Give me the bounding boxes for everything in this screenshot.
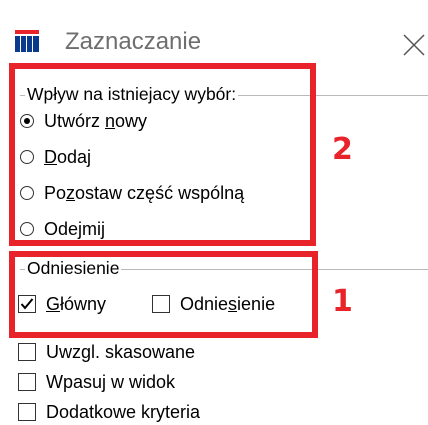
close-icon[interactable] xyxy=(397,27,427,57)
checkbox[interactable] xyxy=(18,403,36,421)
annotation-number-1: 1 xyxy=(332,284,353,319)
checkbox-label: Wpasuj w widok xyxy=(46,371,176,392)
checkbox-label: Uwzgl. skasowane xyxy=(46,341,196,362)
annotation-number-2: 2 xyxy=(332,132,353,167)
checkbox-additional-criteria[interactable]: Dodatkowe kryteria xyxy=(18,399,200,425)
annotation-box-2 xyxy=(9,63,316,246)
grid-building-icon xyxy=(15,30,39,52)
checkbox-label: Dodatkowe kryteria xyxy=(46,401,201,422)
checkbox[interactable] xyxy=(18,373,36,391)
checkbox-include-deleted[interactable]: Uwzgl. skasowane xyxy=(18,339,195,365)
checkbox[interactable] xyxy=(18,343,36,361)
window-title: Zaznaczanie xyxy=(65,28,202,55)
checkbox-fit-to-view[interactable]: Wpasuj w widok xyxy=(18,369,175,395)
annotation-box-1 xyxy=(9,251,318,338)
